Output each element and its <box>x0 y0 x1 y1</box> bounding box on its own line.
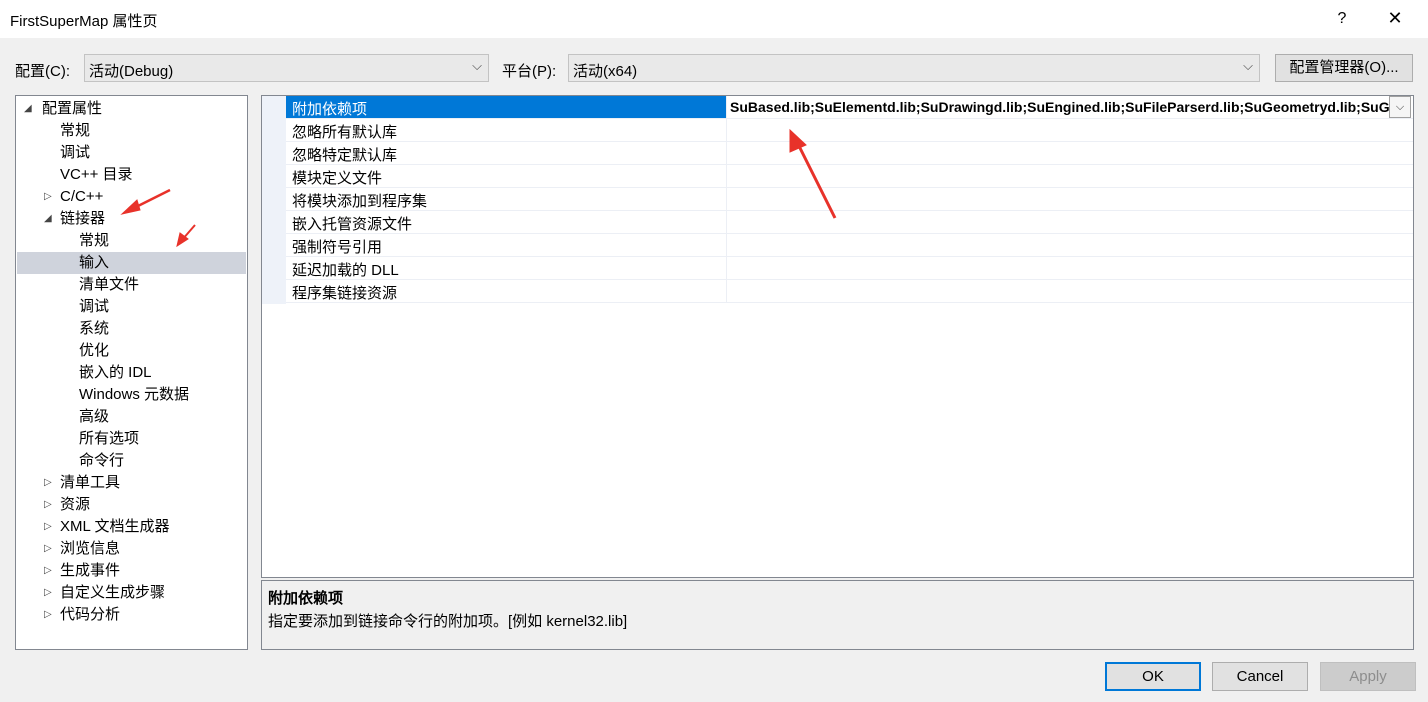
description-panel: 附加依赖项 指定要添加到链接命令行的附加项。[例如 kernel32.lib] <box>261 580 1414 650</box>
property-value-field[interactable] <box>726 119 1389 141</box>
tree-item-optimization[interactable]: 优化 <box>79 340 109 362</box>
property-name: 嵌入托管资源文件 <box>292 216 413 233</box>
tree-item-label: 代码分析 <box>60 606 121 623</box>
property-row-force-symbol-references[interactable]: 强制符号引用 <box>286 234 1413 257</box>
tree-item-linker-general[interactable]: 常规 <box>79 230 109 252</box>
collapsed-icon[interactable]: ▷ <box>44 186 56 208</box>
property-tree[interactable]: ◢ 配置属性 常规 调试 VC++ 目录 ▷ C/C++ ◢ 链接器 常规 输入… <box>15 95 248 650</box>
property-value-field[interactable] <box>726 142 1389 164</box>
tree-item-code-analysis[interactable]: ▷ 代码分析 <box>44 604 244 626</box>
tree-item-general[interactable]: 常规 <box>60 120 90 142</box>
apply-button[interactable]: Apply <box>1320 662 1416 691</box>
chevron-down-icon[interactable]: ⌵ <box>1389 96 1411 118</box>
expanded-icon[interactable]: ◢ <box>24 98 36 120</box>
tree-item-manifest-file[interactable]: 清单文件 <box>79 274 139 296</box>
tree-item-debugging[interactable]: 调试 <box>60 142 90 164</box>
config-manager-button[interactable]: 配置管理器(O)... <box>1275 54 1413 82</box>
property-value-field[interactable] <box>726 188 1389 210</box>
tree-item-label: 生成事件 <box>60 562 121 579</box>
property-name: 忽略所有默认库 <box>292 124 398 141</box>
tree-item-manifest-tool[interactable]: ▷ 清单工具 <box>44 472 244 494</box>
tree-item-linker-debugging[interactable]: 调试 <box>79 296 109 318</box>
tree-item-label: 链接器 <box>60 210 106 227</box>
property-name: 强制符号引用 <box>292 239 383 256</box>
tree-item-label: 浏览信息 <box>60 540 121 557</box>
tree-item-build-events[interactable]: ▷ 生成事件 <box>44 560 244 582</box>
property-row-delay-loaded-dlls[interactable]: 延迟加载的 DLL <box>286 257 1413 280</box>
property-row-embed-managed-resource-file[interactable]: 嵌入托管资源文件 <box>286 211 1413 234</box>
property-value-field[interactable]: SuBased.lib;SuElementd.lib;SuDrawingd.li… <box>726 96 1389 118</box>
tree-item-custom-build-step[interactable]: ▷ 自定义生成步骤 <box>44 582 244 604</box>
property-name: 将模块添加到程序集 <box>292 193 428 210</box>
config-value: 活动(Debug) <box>89 63 174 80</box>
title-bar: FirstSuperMap 属性页 ? ✕ <box>0 0 1428 38</box>
property-row-ignore-specific-default-libs[interactable]: 忽略特定默认库 <box>286 142 1413 165</box>
tree-item-system[interactable]: 系统 <box>79 318 109 340</box>
tree-item-label: 自定义生成步骤 <box>60 584 166 601</box>
property-value-field[interactable] <box>726 280 1389 302</box>
property-grid[interactable]: 附加依赖项 SuBased.lib;SuElementd.lib;SuDrawi… <box>261 95 1414 578</box>
property-value-field[interactable] <box>726 211 1389 233</box>
chevron-down-icon: ⌵ <box>472 58 482 73</box>
property-name: 忽略特定默认库 <box>292 147 398 164</box>
expanded-icon[interactable]: ◢ <box>44 208 56 230</box>
chevron-down-icon: ⌵ <box>1243 58 1253 73</box>
property-row-assembly-link-resource[interactable]: 程序集链接资源 <box>286 280 1413 303</box>
close-button[interactable]: ✕ <box>1383 6 1407 30</box>
tree-item-label: XML 文档生成器 <box>60 518 170 535</box>
property-name: 附加依赖项 <box>292 101 368 118</box>
tree-item-cpp[interactable]: ▷ C/C++ <box>44 186 244 208</box>
collapsed-icon[interactable]: ▷ <box>44 582 56 604</box>
grid-gutter <box>262 96 286 304</box>
property-row-additional-dependencies[interactable]: 附加依赖项 SuBased.lib;SuElementd.lib;SuDrawi… <box>286 96 1413 119</box>
help-button[interactable]: ? <box>1330 7 1354 31</box>
tree-item-windows-metadata[interactable]: Windows 元数据 <box>79 384 189 406</box>
tree-item-label: 资源 <box>60 496 91 513</box>
property-value: SuBased.lib;SuElementd.lib;SuDrawingd.li… <box>730 99 1389 115</box>
tree-item-label: 输入 <box>79 254 110 271</box>
property-value-field[interactable] <box>726 257 1389 279</box>
collapsed-icon[interactable]: ▷ <box>44 516 56 538</box>
tree-item-resources[interactable]: ▷ 资源 <box>44 494 244 516</box>
platform-select[interactable]: 活动(x64) ⌵ <box>568 54 1260 82</box>
tree-item-linker[interactable]: ◢ 链接器 <box>44 208 244 230</box>
tree-item-embedded-idl[interactable]: 嵌入的 IDL <box>79 362 152 384</box>
property-row-ignore-all-default-libs[interactable]: 忽略所有默认库 <box>286 119 1413 142</box>
collapsed-icon[interactable]: ▷ <box>44 472 56 494</box>
platform-label: 平台(P): <box>502 63 557 80</box>
ok-button[interactable]: OK <box>1105 662 1201 691</box>
tree-item-all-options[interactable]: 所有选项 <box>79 428 139 450</box>
tree-item-linker-input[interactable]: 输入 <box>17 252 246 274</box>
tree-item-browse-info[interactable]: ▷ 浏览信息 <box>44 538 244 560</box>
config-label: 配置(C): <box>15 63 70 80</box>
collapsed-icon[interactable]: ▷ <box>44 538 56 560</box>
property-row-module-definition-file[interactable]: 模块定义文件 <box>286 165 1413 188</box>
collapsed-icon[interactable]: ▷ <box>44 560 56 582</box>
property-name: 模块定义文件 <box>292 170 383 187</box>
description-text: 指定要添加到链接命令行的附加项。[例如 kernel32.lib] <box>268 613 628 630</box>
platform-value: 活动(x64) <box>573 63 638 80</box>
config-select[interactable]: 活动(Debug) ⌵ <box>84 54 489 82</box>
tree-item-config-properties[interactable]: ◢ 配置属性 <box>24 98 244 120</box>
window-title: FirstSuperMap 属性页 <box>10 13 158 30</box>
cancel-button[interactable]: Cancel <box>1212 662 1308 691</box>
property-row-add-module-to-assembly[interactable]: 将模块添加到程序集 <box>286 188 1413 211</box>
property-value-field[interactable] <box>726 234 1389 256</box>
property-value-field[interactable] <box>726 165 1389 187</box>
description-title: 附加依赖项 <box>268 590 344 607</box>
property-name: 程序集链接资源 <box>292 285 398 302</box>
property-name: 延迟加载的 DLL <box>292 262 399 279</box>
tree-item-label: C/C++ <box>60 188 104 205</box>
tree-item-command-line[interactable]: 命令行 <box>79 450 124 472</box>
collapsed-icon[interactable]: ▷ <box>44 604 56 626</box>
tree-item-advanced[interactable]: 高级 <box>79 406 109 428</box>
tree-item-label: 清单工具 <box>60 474 121 491</box>
collapsed-icon[interactable]: ▷ <box>44 494 56 516</box>
tree-item-vc-directories[interactable]: VC++ 目录 <box>60 164 133 186</box>
tree-item-label: 配置属性 <box>42 100 103 117</box>
tree-item-xml-doc-generator[interactable]: ▷ XML 文档生成器 <box>44 516 244 538</box>
